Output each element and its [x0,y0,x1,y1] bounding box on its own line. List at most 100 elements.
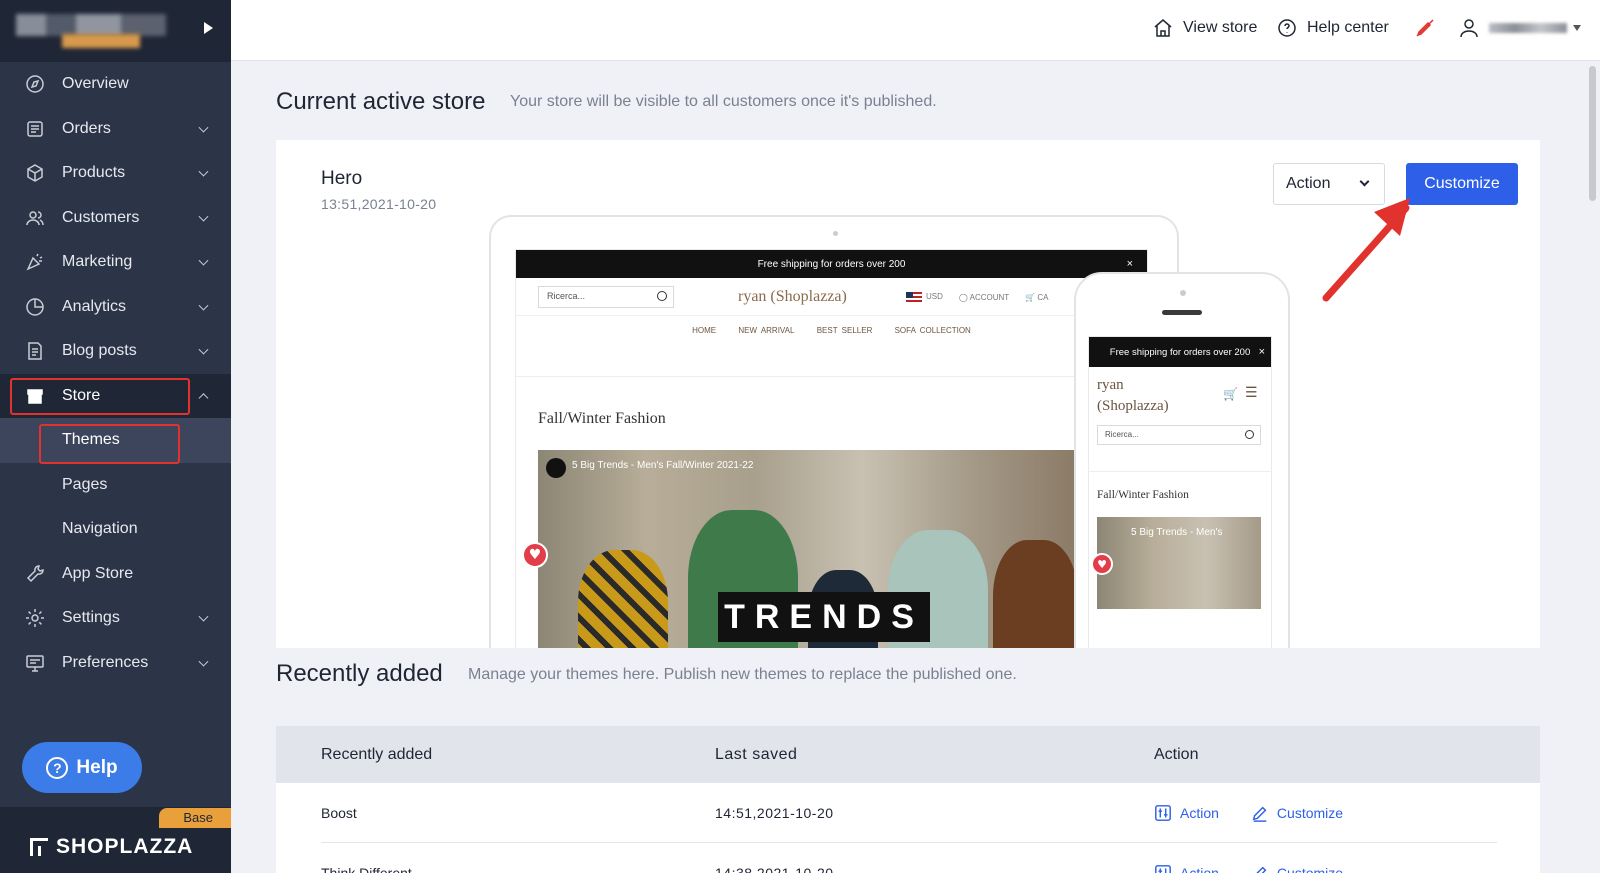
store-menu-item: SOFA COLLECTION [894,326,971,335]
last-saved-cell: 14:38,2021-10-20 [715,865,834,873]
notifications-toggle[interactable] [1415,18,1445,38]
mobile-preview: Free shipping for orders over 200 × ryan… [1074,272,1290,648]
sidebar-footer: Base SHOPLAZZA [0,807,231,873]
sidebar-item-label: Settings [62,609,120,627]
store-search-placeholder: Ricerca... [1105,430,1139,439]
row-customize-button[interactable]: Customize [1251,804,1343,822]
sidebar-item-preferences[interactable]: Preferences [0,641,231,686]
desktop-preview-screen: Free shipping for orders over 200 × Rice… [515,249,1148,648]
account-menu[interactable] [1459,18,1581,38]
page-scrollbar[interactable] [1589,66,1596,201]
home-icon [1154,19,1172,37]
sidebar-subitem-navigation[interactable]: Navigation [0,507,231,552]
row-action-label: Action [1180,865,1219,873]
sidebar-item-orders[interactable]: Orders [0,107,231,152]
store-header: Ricerca... ryan (Shoplazza) USD ◯ ACCOUN… [516,278,1147,316]
sidebar-item-marketing[interactable]: Marketing [0,240,231,285]
plan-badge: Base [159,808,231,828]
actions-cell: Action Customize [1154,864,1540,873]
row-action-button[interactable]: Action [1154,864,1219,873]
current-store-title: Current active store [276,88,486,115]
caret-down-icon [1573,25,1581,31]
camera-dot [1180,290,1186,296]
wrench-icon [24,563,46,585]
username-blurred [1489,23,1567,33]
chevron-down-icon [198,166,209,177]
sidebar-item-settings[interactable]: Settings [0,596,231,641]
cart-link: 🛒 CA [1025,293,1048,302]
sidebar-subitem-pages[interactable]: Pages [0,463,231,508]
chevron-down-icon [198,211,209,222]
sidebar-item-label: Products [62,164,126,182]
sidebar-item-customers[interactable]: Customers [0,196,231,241]
store-logo-text: ryan (Shoplazza) [738,288,847,305]
close-icon: × [1126,258,1133,270]
currency-selector: USD [906,292,943,302]
row-action-button[interactable]: Action [1154,804,1219,822]
store-switcher[interactable] [0,0,231,62]
help-button[interactable]: ? Help [22,742,142,793]
help-center-label: Help center [1307,19,1389,36]
store-name-blurred [62,34,140,48]
expand-caret-icon[interactable] [204,22,213,34]
menu-icon: ☰ [1245,386,1258,401]
promo-text: Free shipping for orders over 200 [757,258,906,270]
annotation-arrow [1322,198,1410,302]
theme-name-cell: Think Different [321,865,412,873]
store-icon [24,385,46,407]
sidebar: Overview Orders Products Customers Marke… [0,0,231,873]
video-thumbnail: 5 Big Trends - Men's Fall/Winter 2021-22… [538,450,1078,648]
row-customize-label: Customize [1276,805,1344,821]
row-customize-label: Customize [1276,865,1344,873]
chevron-up-icon [198,392,209,403]
customize-button[interactable]: Customize [1406,163,1518,205]
sidebar-item-app-store[interactable]: App Store [0,552,231,597]
cart-icon: 🛒 [1025,292,1036,302]
sidebar-item-store[interactable]: Store [0,373,231,418]
gear-icon [24,607,46,629]
marketing-icon [24,251,46,273]
view-store-link[interactable]: View store [1153,18,1257,38]
table-header: Recently added Last saved Action [276,726,1540,783]
account-label: ACCOUNT [969,292,1010,302]
help-circle-icon [1278,19,1296,37]
help-center-link[interactable]: Help center [1277,18,1389,38]
store-section-title: Fall/Winter Fashion [1097,489,1189,501]
help-label: Help [76,756,118,778]
column-header: Action [1154,745,1199,763]
sidebar-item-label: Marketing [62,253,133,271]
sidebar-item-overview[interactable]: Overview [0,62,231,107]
model-figure [993,540,1078,648]
sidebar-item-blog-posts[interactable]: Blog posts [0,329,231,374]
user-icon [1460,19,1478,38]
sidebar-item-label: Orders [62,119,111,137]
sidebar-item-label: Blog posts [62,342,137,360]
orders-icon [24,118,46,140]
search-icon [1245,430,1254,439]
store-section-title: Fall/Winter Fashion [538,410,666,427]
sidebar-item-analytics[interactable]: Analytics [0,285,231,330]
sidebar-item-products[interactable]: Products [0,151,231,196]
brand-logo: SHOPLAZZA [30,835,193,859]
row-customize-button[interactable]: Customize [1251,864,1343,873]
sidebar-subitem-themes[interactable]: Themes [0,418,231,463]
store-menu: HOME NEW ARRIVAL BEST SELLER SOFA COLLEC… [516,316,1147,335]
blog-icon [24,340,46,362]
sidebar-item-label: App Store [62,564,134,582]
store-search-input: Ricerca... [1097,425,1261,445]
store-search-input: Ricerca... [538,286,674,308]
video-thumbnail: 5 Big Trends - Men's [1097,517,1261,609]
chevron-down-icon [198,656,209,667]
chevron-down-icon [198,255,209,266]
search-icon [657,291,667,301]
sidebar-nav: Overview Orders Products Customers Marke… [0,62,231,685]
pen-off-icon [1416,19,1434,37]
theme-date: 13:51,2021-10-20 [321,196,437,212]
analytics-icon [24,296,46,318]
store-logo-blurred [16,14,166,36]
store-search-placeholder: Ricerca... [547,291,586,301]
sidebar-item-label: Preferences [62,653,149,671]
column-header: Recently added [321,745,433,763]
monitor-icon [24,652,46,674]
shoplazza-logo-icon [30,838,48,856]
